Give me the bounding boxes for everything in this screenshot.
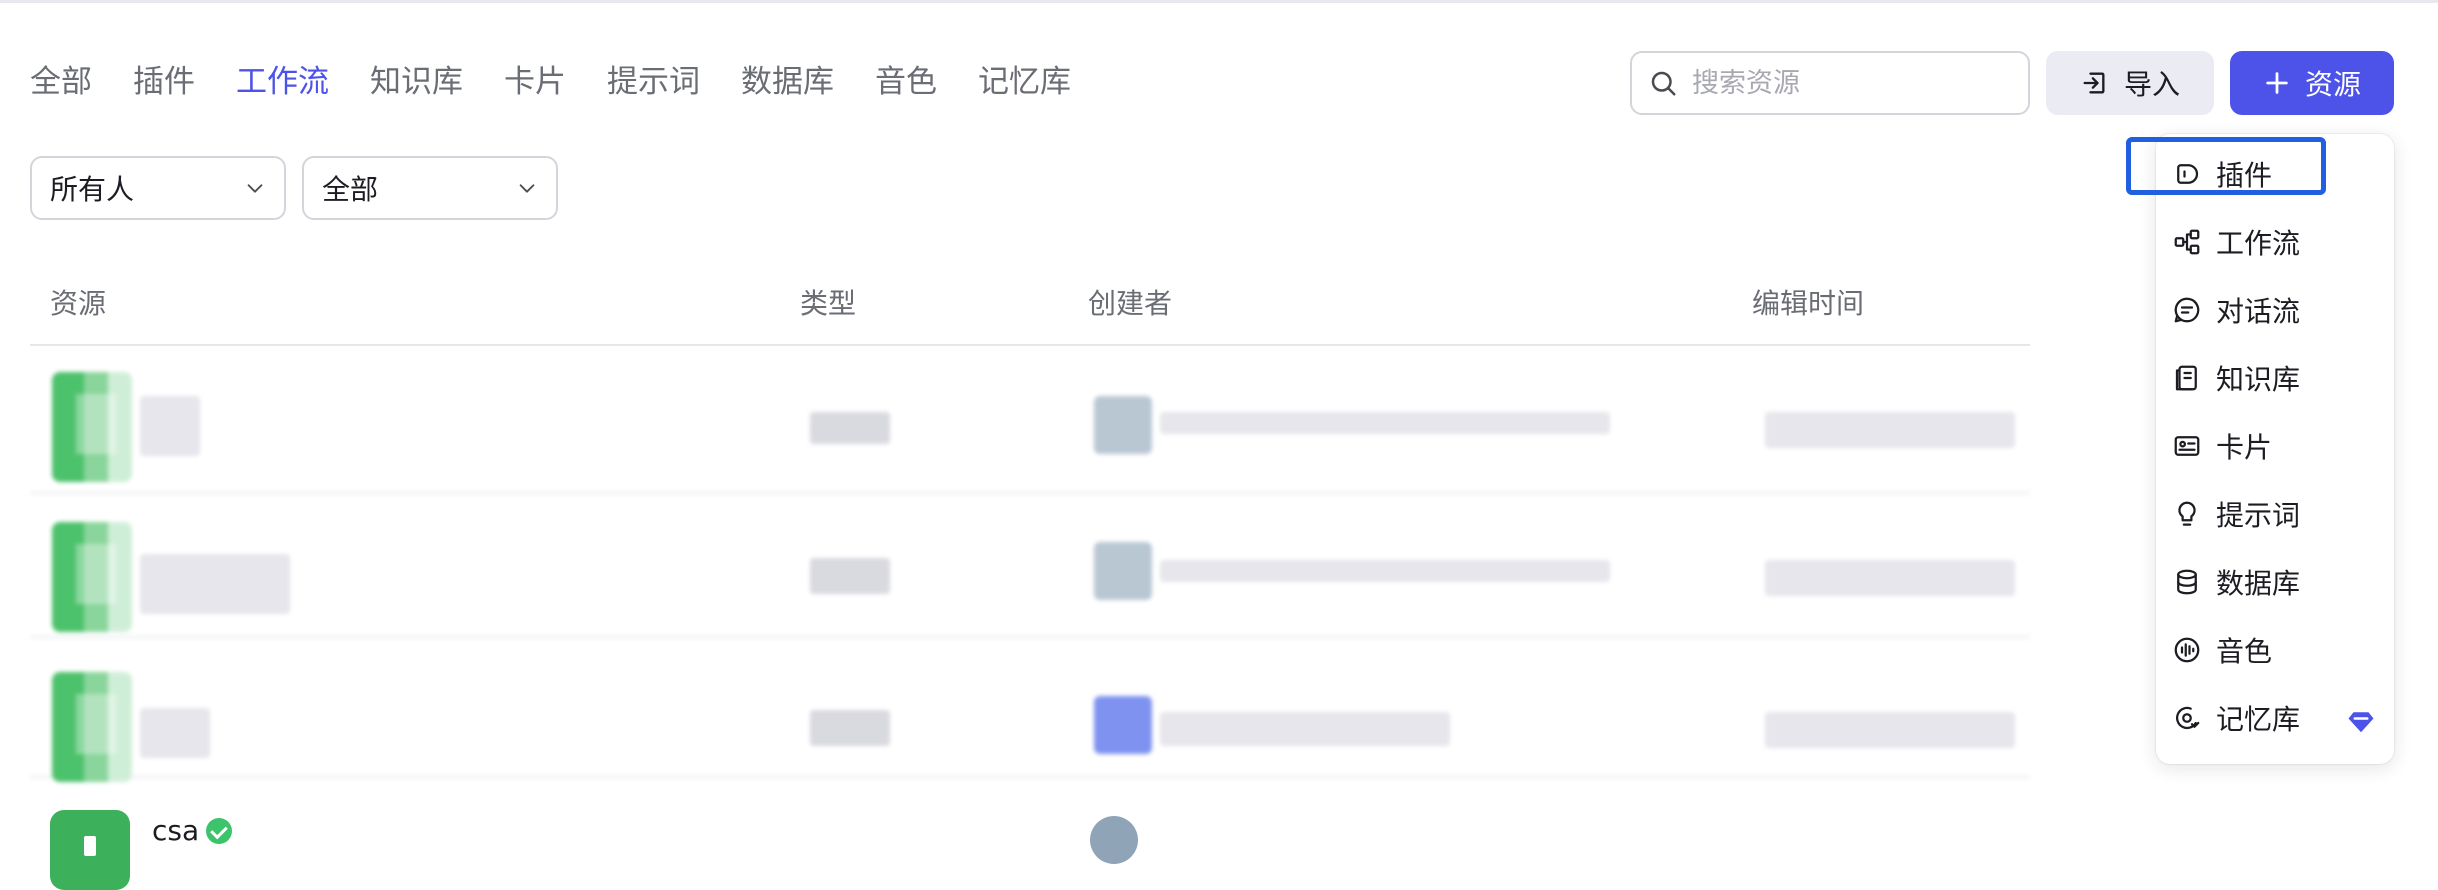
menu-item-label: 知识库 [2216,363,2301,396]
tab-card[interactable]: 卡片 [504,58,566,106]
resource-thumbnail [52,522,132,632]
type-placeholder [810,412,890,444]
resource-thumbnail [52,372,132,482]
tab-workflow[interactable]: 工作流 [236,58,329,106]
menu-item-label: 音色 [2216,635,2273,668]
menu-item-memory[interactable]: 记忆库 [2156,688,2394,748]
creator-placeholder [1160,412,1610,434]
time-placeholder [1765,712,2015,748]
tab-knowledge[interactable]: 知识库 [370,58,463,106]
menu-item-label: 提示词 [2216,499,2301,532]
chevron-down-icon [247,184,263,193]
chevron-down-icon [519,184,535,193]
card-icon [2174,436,2200,456]
type-placeholder [810,710,890,746]
owner-filter-select[interactable]: 所有人 [30,156,286,220]
import-icon [2083,72,2105,94]
resource-icon [50,810,130,890]
table-header: 资源 类型 创建者 编辑时间 [30,270,2030,346]
tab-database[interactable]: 数据库 [741,58,834,106]
menu-item-voice[interactable]: 音色 [2156,620,2394,680]
import-label: 导入 [2123,69,2180,100]
voice-icon [2174,637,2200,663]
add-resource-button[interactable]: 资源 [2230,51,2394,115]
owner-filter-value: 所有人 [50,173,135,206]
chatflow-icon [2174,297,2200,323]
workflow-icon [2174,229,2200,255]
search-input[interactable] [1692,67,2012,99]
resource-name-placeholder [140,554,290,614]
tab-memory[interactable]: 记忆库 [978,58,1071,106]
menu-item-card[interactable]: 卡片 [2156,416,2394,476]
creator-placeholder [1160,712,1450,746]
table-row[interactable]: csa [30,778,2030,890]
menu-item-knowledge[interactable]: 知识库 [2156,348,2394,408]
menu-item-label: 卡片 [2216,431,2273,464]
table-row[interactable] [30,350,2030,494]
resource-type-tabs: 全部 插件 工作流 知识库 卡片 提示词 数据库 音色 记忆库 [30,58,1071,106]
menu-item-chatflow[interactable]: 对话流 [2156,280,2394,340]
table-row[interactable] [30,494,2030,638]
table-row[interactable] [30,638,2030,782]
verified-icon [206,818,232,844]
memory-icon [2176,706,2200,730]
add-resource-label: 资源 [2304,69,2361,100]
menu-item-label: 对话流 [2216,295,2301,328]
avatar [1094,542,1152,600]
menu-item-label: 数据库 [2216,567,2301,600]
type-filter-value: 全部 [322,173,379,206]
menu-item-prompt[interactable]: 提示词 [2156,484,2394,544]
import-button[interactable]: 导入 [2046,51,2214,115]
top-divider [0,0,2438,3]
resource-name: csa [152,814,200,847]
knowledge-icon [2175,365,2197,391]
menu-item-label: 插件 [2216,159,2273,192]
menu-item-workflow[interactable]: 工作流 [2156,212,2394,272]
plus-icon [2266,72,2288,94]
premium-gem-icon [2348,712,2374,733]
column-creator: 创建者 [1088,287,1173,320]
type-filter-select[interactable]: 全部 [302,156,558,220]
search-box[interactable] [1630,51,2030,115]
type-placeholder [810,558,890,594]
time-placeholder [1765,412,2015,448]
plugin-icon [2177,164,2199,184]
database-icon [2177,569,2197,595]
search-icon [1651,71,1676,96]
tab-voice[interactable]: 音色 [875,58,937,106]
column-edited-time: 编辑时间 [1752,287,1865,320]
tab-all[interactable]: 全部 [30,58,92,106]
avatar [1094,396,1152,454]
resource-name-placeholder [140,708,210,758]
time-placeholder [1765,560,2015,596]
menu-item-database[interactable]: 数据库 [2156,552,2394,612]
resource-name-placeholder [140,396,200,456]
column-resource: 资源 [50,287,107,320]
menu-item-label: 工作流 [2216,227,2301,260]
avatar [1094,696,1152,754]
menu-item-plugin[interactable]: 插件 [2156,144,2394,204]
tab-plugin[interactable]: 插件 [133,58,195,106]
column-type: 类型 [800,287,857,320]
tab-prompt[interactable]: 提示词 [607,58,700,106]
creator-placeholder [1160,560,1610,582]
avatar [1090,816,1138,864]
add-resource-menu: 插件 工作流 对话流 知识库 卡片 提示词 数据库 音色 记忆库 [2156,134,2394,764]
prompt-icon [2178,501,2196,526]
resource-thumbnail [52,672,132,782]
menu-item-label: 记忆库 [2216,703,2301,736]
